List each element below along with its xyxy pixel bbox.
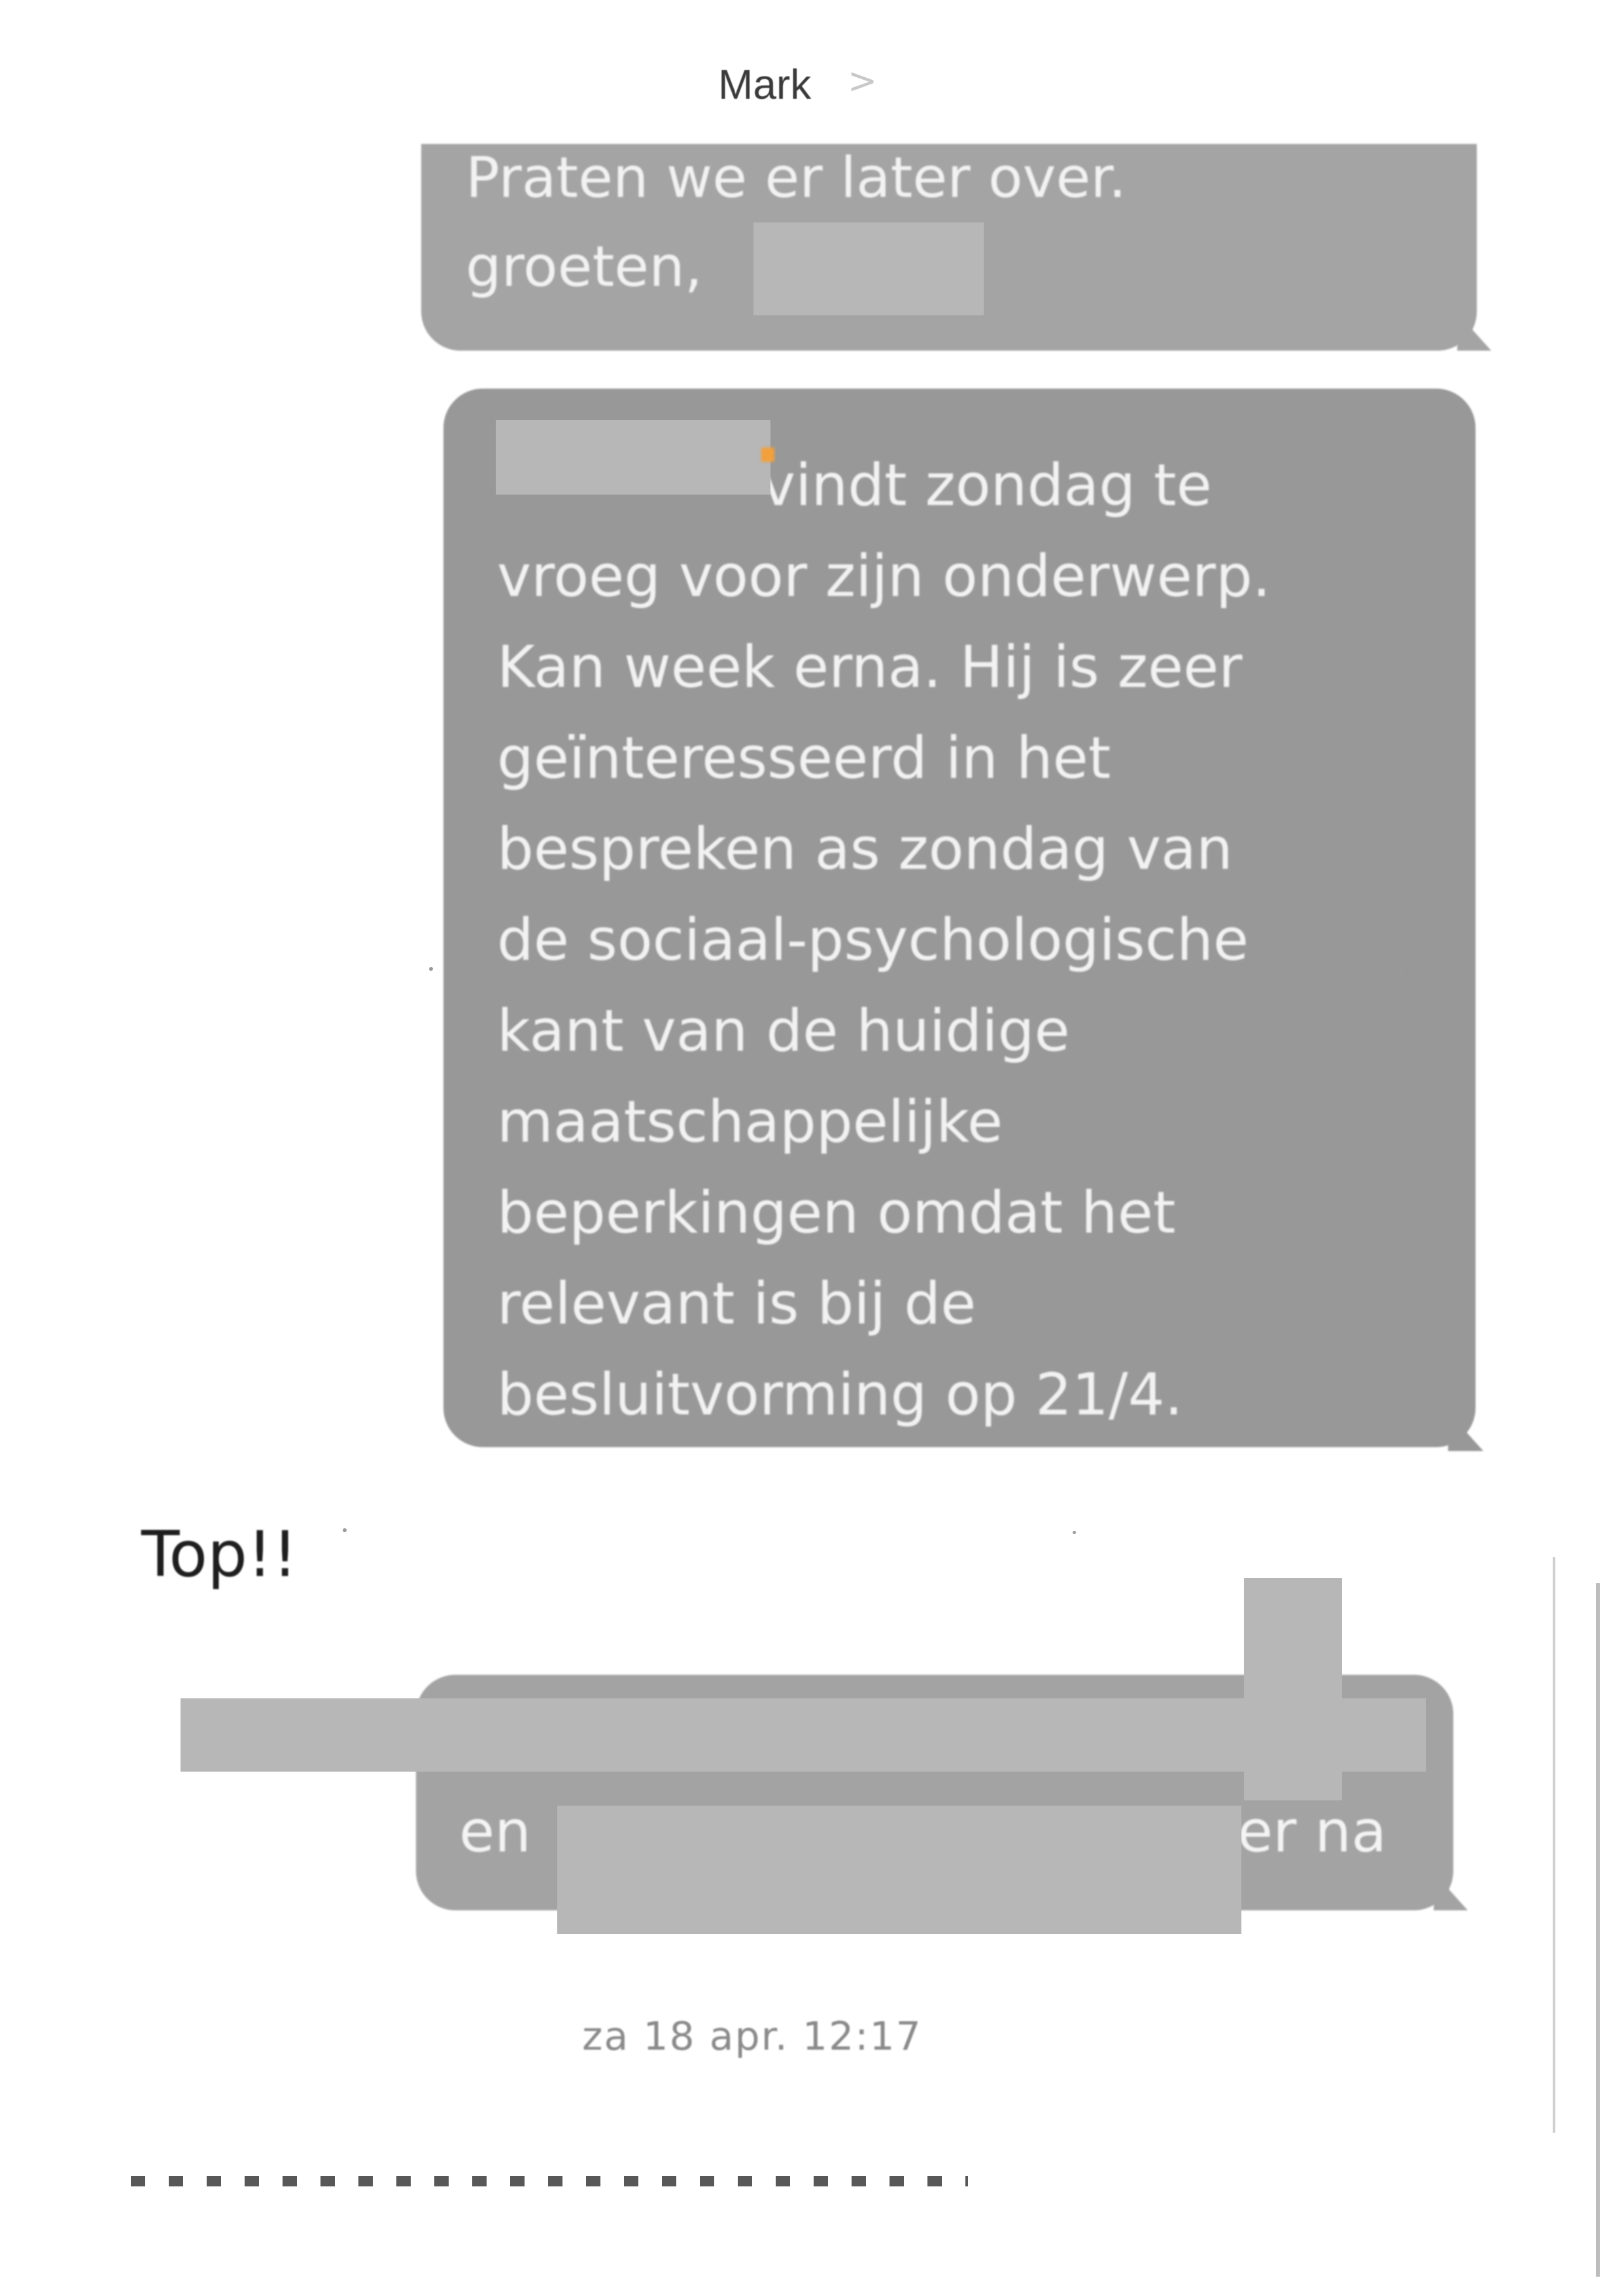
- scan-artifact: [761, 447, 774, 462]
- message-timestamp: za 18 apr. 12:17: [582, 2014, 922, 2059]
- message-line: geïnteresseerd in het: [497, 724, 1111, 792]
- message-line: Kan week erna. Hij is zeer: [497, 633, 1243, 701]
- message-fragment: er na: [1237, 1798, 1387, 1865]
- scan-speck: [343, 1528, 347, 1532]
- redaction-block: [1244, 1578, 1342, 1800]
- scan-speck: [1400, 971, 1404, 975]
- redaction-block: [557, 1806, 1241, 1934]
- message-line: de sociaal-psychologische: [497, 906, 1249, 973]
- message-line: besluitvorming op 21/4.: [497, 1361, 1183, 1428]
- bubble-tail: [1434, 1872, 1468, 1910]
- message-bubble-incoming[interactable]: vindt zondag te vroeg voor zijn onderwer…: [443, 389, 1476, 1447]
- scan-speck: [1073, 1531, 1076, 1534]
- message-line: relevant is bij de: [497, 1270, 976, 1337]
- scan-edge-line: [1553, 1557, 1555, 2133]
- bubble-tail: [1448, 1412, 1483, 1451]
- message-line: vroeg voor zijn onderwerp.: [497, 542, 1271, 610]
- message-line: kant van de huidige: [497, 997, 1070, 1064]
- chevron-right-icon: >: [848, 60, 878, 101]
- message-line: maatschappelijke: [497, 1088, 1003, 1155]
- message-line: Praten we er later over.: [466, 145, 1127, 211]
- scan-edge-line: [1596, 1583, 1600, 2277]
- contact-name[interactable]: Mark: [718, 60, 811, 109]
- bubble-tail: [1457, 313, 1491, 351]
- message-line: beperkingen omdat het: [497, 1179, 1176, 1246]
- redaction-block: [496, 420, 770, 495]
- message-line: bespreken as zondag van: [497, 815, 1233, 883]
- redaction-block: [753, 222, 984, 315]
- redaction-block: [181, 1698, 1426, 1772]
- message-fragment: en: [459, 1798, 531, 1865]
- scan-speck: [429, 967, 433, 971]
- cutoff-text-fragment: [131, 2176, 968, 2186]
- message-outgoing[interactable]: Top!!: [141, 1518, 298, 1591]
